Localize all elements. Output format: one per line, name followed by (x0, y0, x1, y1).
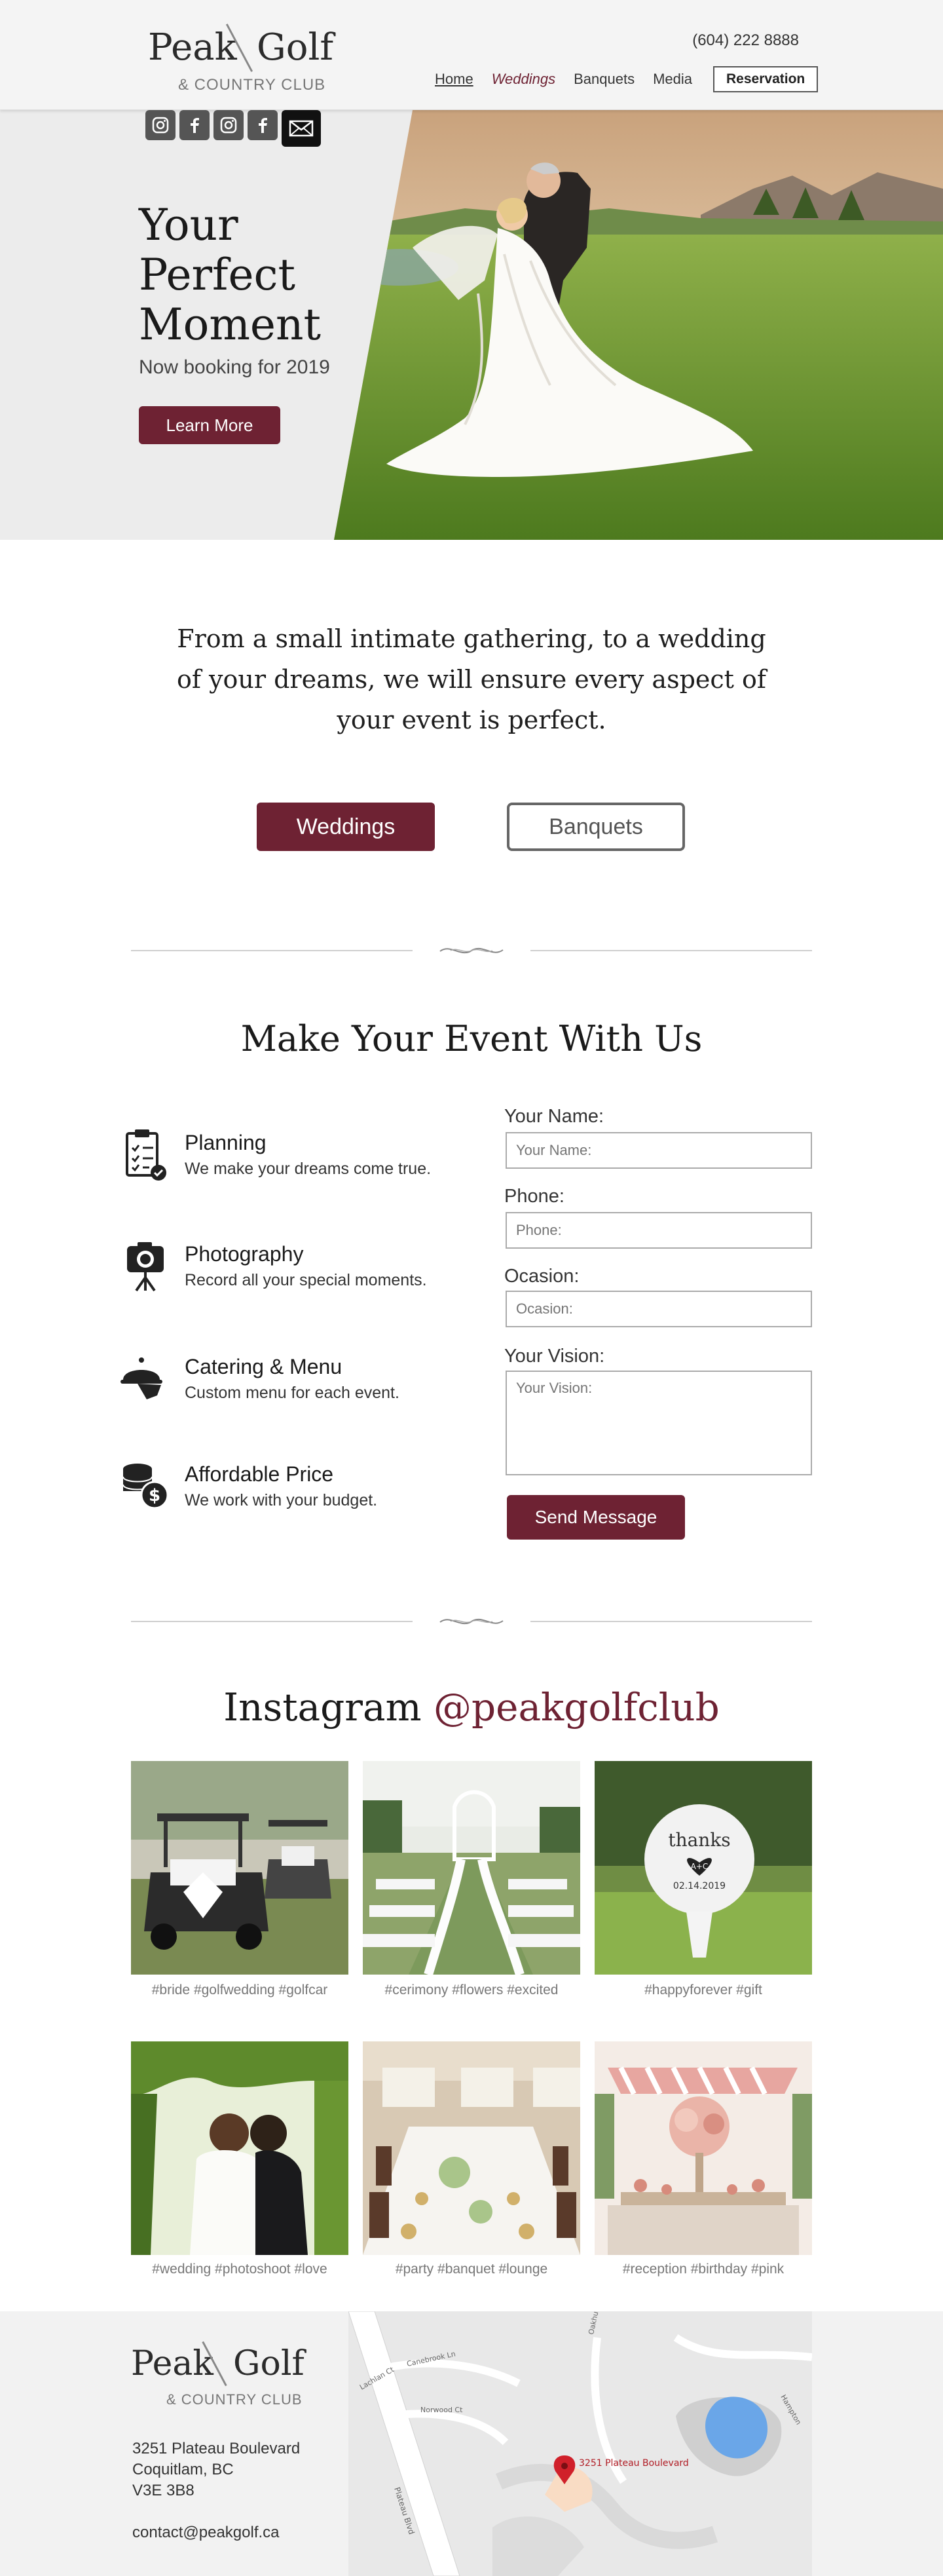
event-section-title: Make Your Event With Us (240, 1018, 703, 1059)
clipboard-icon (126, 1129, 166, 1181)
feature-description: Record all your special moments. (185, 1271, 427, 1289)
instagram-tags: #reception #birthday #pink (622, 2262, 785, 2277)
footer-email[interactable]: contact@peakgolf.ca (132, 2524, 280, 2542)
footer-logo-golf[interactable]: Golf (233, 2344, 305, 2383)
camera-icon (127, 1242, 164, 1292)
hero-section: Your Perfect Moment Now booking for 2019… (0, 110, 943, 540)
divider-line (131, 1621, 413, 1622)
phone-label: Phone: (504, 1186, 564, 1207)
map-street: Norwood Ct (420, 2406, 463, 2414)
instagram-tags: #party #banquet #lounge (395, 2262, 548, 2277)
social-bar (145, 110, 321, 147)
feature-price: $ Affordable Price We work with your bud… (118, 1458, 458, 1524)
divider-line (530, 950, 812, 951)
instagram-tags: #happyforever #gift (644, 1982, 762, 1998)
feature-title: Photography (185, 1242, 304, 1266)
intro-text: From a small intimate gathering, to a we… (177, 624, 766, 734)
instagram-photo-golfball[interactable]: thanks A+C 02.14.2019 (595, 1761, 812, 1975)
instagram-handle[interactable]: @peakgolfclub (434, 1685, 720, 1730)
coins-icon: $ (122, 1464, 169, 1509)
instagram-tags: #bride #golfwedding #golfcar (151, 1982, 328, 1998)
feature-planning: Planning We make your dreams come true. (118, 1127, 458, 1192)
footer-logo-peak[interactable]: Peak (131, 2344, 213, 2383)
phone-input[interactable] (506, 1212, 812, 1249)
feature-description: We make your dreams come true. (185, 1160, 432, 1178)
hero-couple-photo (334, 110, 943, 540)
instagram-title: Instagram @peakgolfclub (0, 1685, 943, 1730)
nav-banquets[interactable]: Banquets (574, 71, 635, 88)
instagram-label: Instagram (223, 1685, 422, 1730)
vision-textarea[interactable] (506, 1371, 812, 1475)
instagram-photo-banquet[interactable] (363, 2041, 580, 2255)
feature-catering: Catering & Menu Custom menu for each eve… (118, 1351, 458, 1416)
feature-photography: Photography Record all your special mome… (118, 1238, 458, 1304)
address-line: V3E 3B8 (132, 2482, 194, 2499)
instagram-icon[interactable] (213, 110, 244, 140)
send-message-button[interactable]: Send Message (507, 1495, 685, 1540)
hero-title: Your Perfect Moment (139, 200, 321, 350)
section-divider (131, 941, 812, 960)
instagram-photo-kiss[interactable] (131, 2041, 348, 2255)
flourish-ornament (439, 947, 504, 954)
ball-text: thanks (668, 1829, 730, 1851)
divider-line (530, 1621, 812, 1622)
header-phone[interactable]: (604) 222 8888 (692, 31, 799, 50)
feature-title: Planning (185, 1131, 267, 1154)
site-header: Peak Golf & COUNTRY CLUB (604) 222 8888 … (0, 0, 943, 110)
name-label: Your Name: (504, 1106, 604, 1127)
map-pin-label: 3251 Plateau Boulevard (579, 2458, 689, 2469)
nav-home[interactable]: Home (435, 71, 473, 88)
occasion-input[interactable] (506, 1291, 812, 1327)
instagram-photo-golfcar[interactable] (131, 1761, 348, 1975)
svg-text:$: $ (149, 1486, 160, 1506)
mail-icon[interactable] (282, 110, 321, 147)
main-nav: Home Weddings Banquets Media Reservation (435, 64, 819, 94)
instagram-icon[interactable] (145, 110, 176, 140)
divider-line (131, 950, 413, 951)
nav-media[interactable]: Media (653, 71, 692, 88)
facebook-icon[interactable] (179, 110, 210, 140)
instagram-photo-ceremony[interactable] (363, 1761, 580, 1975)
facebook-icon[interactable] (248, 110, 278, 140)
feature-title: Affordable Price (185, 1462, 334, 1486)
hero-subtitle: Now booking for 2019 (139, 356, 330, 378)
flourish-ornament (439, 1618, 504, 1625)
name-input[interactable] (506, 1132, 812, 1169)
ball-initials: A+C (691, 1862, 709, 1871)
weddings-button[interactable]: Weddings (257, 803, 435, 851)
feature-title: Catering & Menu (185, 1355, 342, 1378)
logo-subtitle: & COUNTRY CLUB (178, 76, 326, 94)
ball-date: 02.14.2019 (673, 1881, 726, 1891)
instagram-photo-reception[interactable] (595, 2041, 812, 2255)
occasion-label: Ocasion: (504, 1266, 580, 1287)
section-divider (131, 1612, 812, 1631)
feature-description: Custom menu for each event. (185, 1384, 399, 1402)
vision-label: Your Vision: (504, 1346, 605, 1367)
location-map[interactable]: 3251 Plateau Boulevard Plateau Blvd Cane… (348, 2311, 812, 2576)
banquets-button[interactable]: Banquets (507, 803, 685, 851)
site-footer: Peak Golf & COUNTRY CLUB 3251 Plateau Bo… (0, 2311, 943, 2576)
reservation-button[interactable]: Reservation (713, 66, 819, 92)
logo-text-peak[interactable]: Peak (148, 26, 237, 69)
address-line: 3251 Plateau Boulevard (132, 2440, 301, 2457)
logo-text-golf[interactable]: Golf (257, 26, 333, 69)
feature-description: We work with your budget. (185, 1491, 378, 1509)
cloche-icon (120, 1357, 162, 1399)
instagram-tags: #cerimony #flowers #excited (384, 1982, 559, 1998)
instagram-tags: #wedding #photoshoot #love (152, 2262, 327, 2277)
address-line: Coquitlam, BC (132, 2461, 234, 2478)
nav-weddings[interactable]: Weddings (492, 71, 555, 88)
footer-logo-subtitle: & COUNTRY CLUB (166, 2391, 303, 2408)
learn-more-button[interactable]: Learn More (139, 406, 280, 444)
